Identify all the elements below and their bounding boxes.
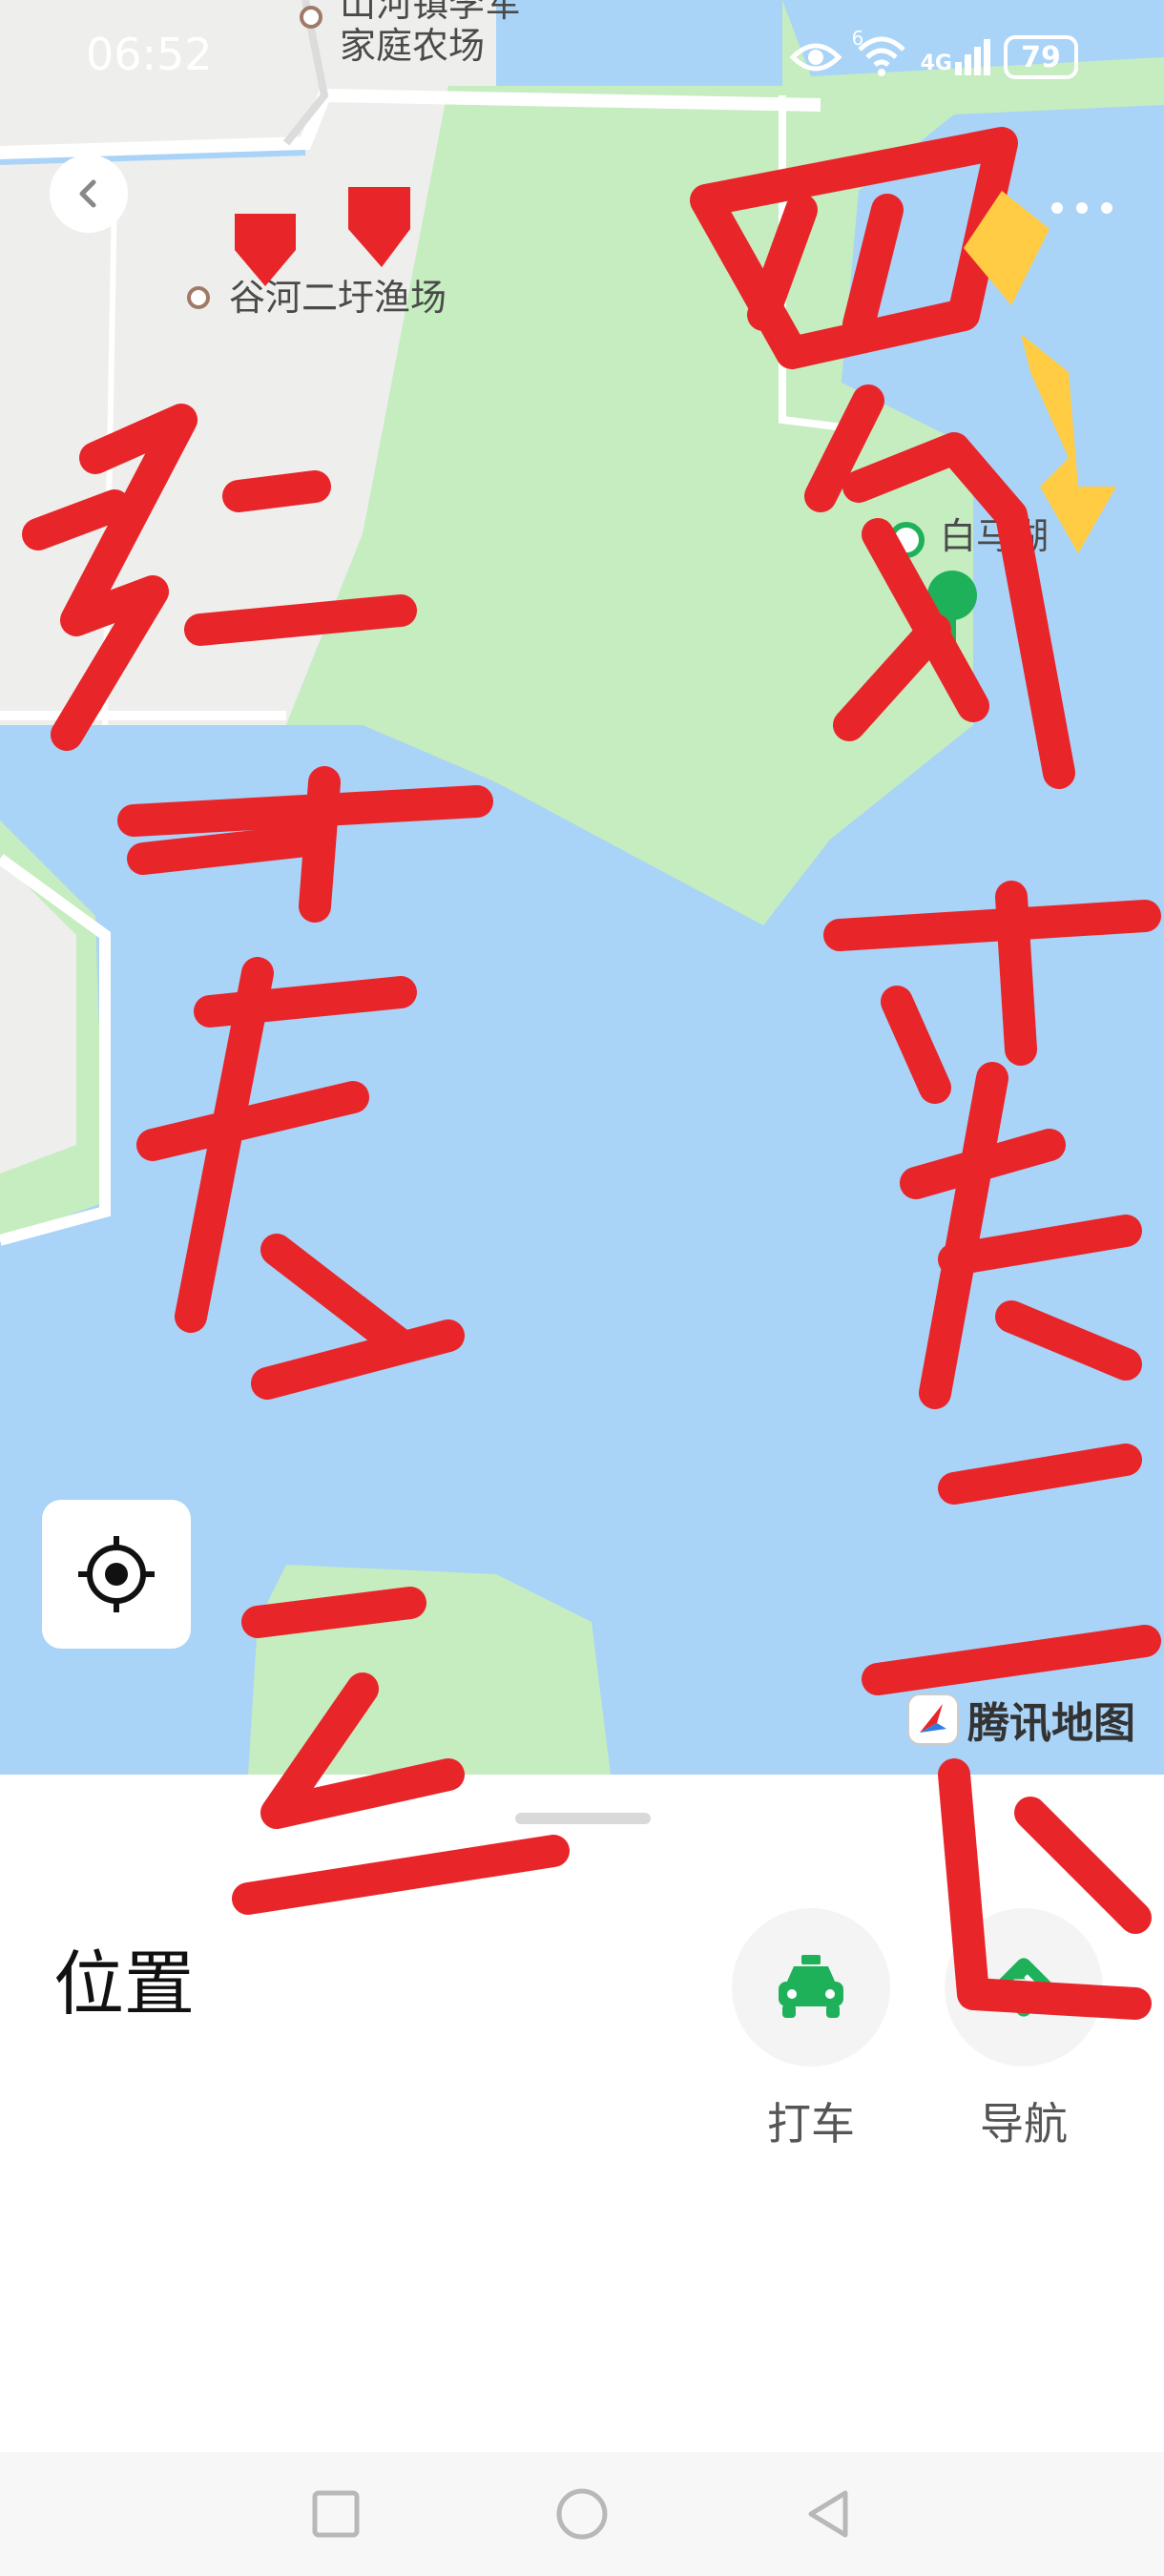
more-options-button[interactable] — [1048, 177, 1116, 228]
chevron-left-icon — [79, 179, 96, 208]
taxi-button[interactable]: 打车 — [730, 1908, 892, 2152]
navigation-button[interactable]: 导航 — [943, 1908, 1105, 2152]
map-watermark: 腾讯地图 — [904, 1689, 1135, 1750]
taxi-icon — [779, 1955, 843, 2018]
system-navigation-bar — [0, 2452, 1164, 2576]
eye-icon — [789, 43, 842, 72]
recent-apps-button[interactable] — [309, 2487, 363, 2541]
home-button[interactable] — [553, 2485, 611, 2543]
battery-level: 79 — [1021, 40, 1061, 74]
status-time: 06:52 — [86, 29, 213, 80]
navigation-icon — [994, 1958, 1053, 2017]
status-bar: 06:52 6 4G 79 — [0, 0, 1164, 114]
navigation-label: 导航 — [980, 2098, 1068, 2150]
watermark-text: 腾讯地图 — [967, 1699, 1135, 1748]
tencent-map-logo-icon — [907, 1693, 959, 1745]
back-nav-button[interactable] — [801, 2487, 855, 2541]
navigation-button-circle[interactable] — [945, 1908, 1103, 2067]
location-title: 位置 — [53, 1943, 195, 2025]
location-pin-icon[interactable] — [878, 515, 1011, 687]
taxi-button-circle[interactable] — [732, 1908, 890, 2067]
sheet-drag-handle[interactable] — [515, 1813, 651, 1824]
wifi-icon: 6 — [852, 27, 907, 80]
network-label: 4G — [920, 52, 952, 75]
taxi-label: 打车 — [767, 2098, 855, 2150]
more-icon — [1051, 202, 1112, 214]
signal-icon: 4G — [921, 39, 990, 75]
poi-marker[interactable] — [187, 286, 210, 309]
battery-icon: 79 — [1004, 35, 1078, 79]
crosshair-icon — [78, 1536, 155, 1612]
poi-label-fishery[interactable]: 谷河二圩渔场 — [229, 277, 447, 319]
status-icons: 6 4G 79 — [789, 27, 1078, 86]
location-sheet: 位置 打车 导航 — [0, 1775, 1164, 2452]
map-view[interactable]: 山河镇李军 家庭农场 谷河二圩渔场 白马湖 06:52 6 4G 79 腾讯地图 — [0, 0, 1164, 1775]
locate-me-button[interactable] — [42, 1500, 191, 1649]
back-button[interactable] — [50, 155, 128, 233]
wifi-badge: 6 — [851, 27, 864, 50]
